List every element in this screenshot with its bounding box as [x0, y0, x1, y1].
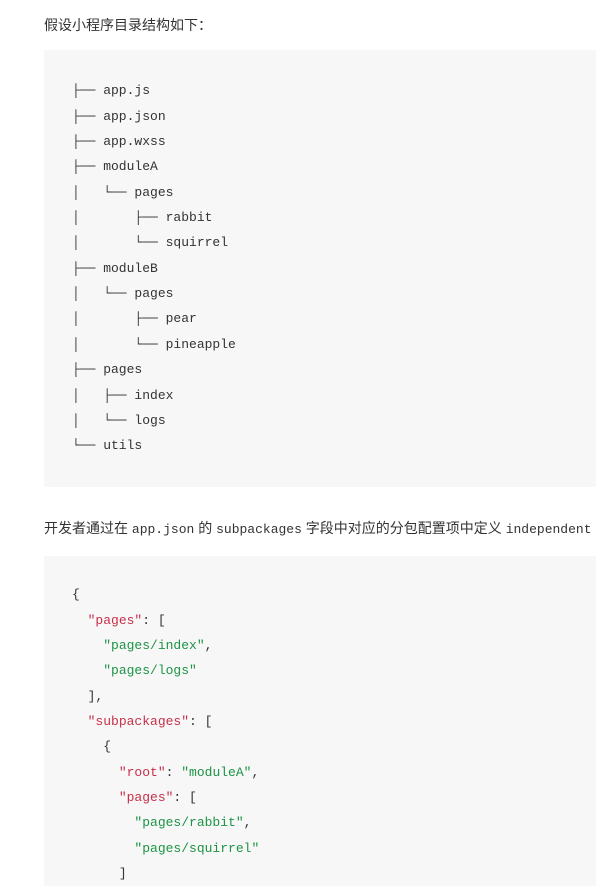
- json-punct: : [: [173, 790, 196, 805]
- json-key: "pages": [119, 790, 174, 805]
- json-punct: : [: [189, 714, 212, 729]
- text-segment: 字段中对应的分包配置项中定义: [302, 520, 506, 536]
- json-punct: :: [166, 765, 182, 780]
- json-punct: ,: [244, 815, 252, 830]
- paragraph-intro: 假设小程序目录结构如下：: [0, 14, 596, 36]
- json-punct: : [: [142, 613, 165, 628]
- json-key: "pages": [88, 613, 143, 628]
- json-key: "subpackages": [88, 714, 189, 729]
- text-segment: 开发者通过在: [44, 520, 132, 536]
- json-string: "pages/squirrel": [134, 841, 259, 856]
- inline-code: subpackages: [216, 522, 302, 537]
- json-punct: ],: [88, 689, 104, 704]
- json-string: "pages/index": [103, 638, 204, 653]
- paragraph-config: 开发者通过在 app.json 的 subpackages 字段中对应的分包配置…: [0, 517, 596, 541]
- json-string: "pages/rabbit": [134, 815, 243, 830]
- json-punct: {: [103, 739, 111, 754]
- code-block-json: { "pages": [ "pages/index", "pages/logs"…: [44, 556, 596, 886]
- json-string: "moduleA": [181, 765, 251, 780]
- json-punct: ,: [205, 638, 213, 653]
- inline-code: independent: [506, 522, 592, 537]
- inline-code: app.json: [132, 522, 194, 537]
- text-segment: 的: [194, 520, 216, 536]
- json-punct: ,: [251, 765, 259, 780]
- json-punct: {: [72, 587, 80, 602]
- json-punct: ]: [119, 866, 127, 881]
- code-block-tree: ├── app.js ├── app.json ├── app.wxss ├──…: [44, 50, 596, 486]
- text-segment: 字段: [592, 520, 596, 536]
- json-key: "root": [119, 765, 166, 780]
- json-string: "pages/logs": [103, 663, 197, 678]
